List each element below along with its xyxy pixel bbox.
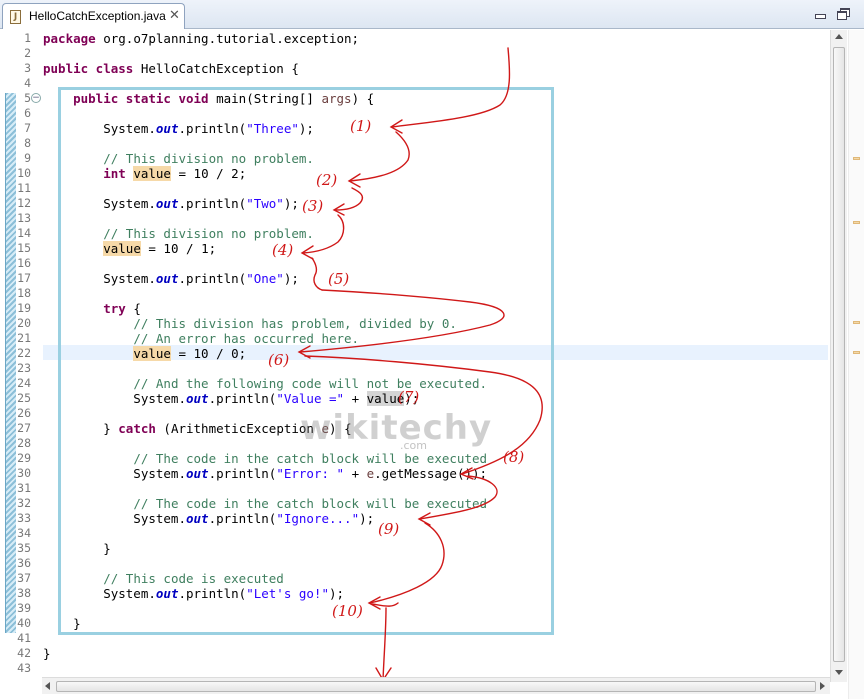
line-number: 18 <box>17 286 31 300</box>
line-number: 20 <box>17 316 31 330</box>
line-number: 7 <box>24 121 31 135</box>
line-number: 24 <box>17 376 31 390</box>
line-number: 10 <box>17 166 31 180</box>
scroll-down-icon[interactable] <box>835 670 843 675</box>
watermark-logo-sub: .com <box>400 439 427 452</box>
line-number: 16 <box>17 256 31 270</box>
annotation-6: (6) <box>268 351 290 369</box>
line-number: 36 <box>17 556 31 570</box>
vertical-scrollbar[interactable] <box>830 30 847 682</box>
line-number: 34 <box>17 526 31 540</box>
line-number: 21 <box>17 331 31 345</box>
line-number: 39 <box>17 601 31 615</box>
line-number: 29 <box>17 451 31 465</box>
line-number: 1 <box>24 31 31 45</box>
line-number: 19 <box>17 301 31 315</box>
occurrence-marker[interactable] <box>853 321 860 324</box>
tab-hellocatchexception[interactable]: J HelloCatchException.java ✕ <box>2 3 185 29</box>
line-number: 2 <box>24 46 31 60</box>
line-number: 5 <box>24 91 31 105</box>
annotation-3: (3) <box>302 197 324 215</box>
line-number: 11 <box>17 181 31 195</box>
line-number: 6 <box>24 106 31 120</box>
java-file-icon: J <box>10 10 21 24</box>
line-number: 33 <box>17 511 31 525</box>
occurrence-marker[interactable] <box>853 221 860 224</box>
minimize-button[interactable] <box>814 8 826 19</box>
scroll-right-icon[interactable] <box>820 682 825 690</box>
tab-label: HelloCatchException.java <box>29 9 166 23</box>
code-line[interactable]: public class HelloCatchException { <box>43 61 299 76</box>
line-number: 17 <box>17 271 31 285</box>
line-number: 41 <box>17 631 31 645</box>
vertical-scroll-thumb[interactable] <box>833 47 845 662</box>
line-number: 35 <box>17 541 31 555</box>
line-number: 4 <box>24 76 31 90</box>
fold-collapse-icon[interactable]: − <box>31 93 41 103</box>
line-number: 27 <box>17 421 31 435</box>
line-number: 40 <box>17 616 31 630</box>
code-line[interactable]: } <box>43 646 51 661</box>
occurrence-marker[interactable] <box>853 157 860 160</box>
horizontal-scroll-thumb[interactable] <box>56 681 816 692</box>
annotation-7: (7) <box>398 388 420 406</box>
close-icon[interactable]: ✕ <box>169 8 180 23</box>
line-number: 9 <box>24 151 31 165</box>
line-number: 38 <box>17 586 31 600</box>
annotation-10: (10) <box>332 602 363 620</box>
annotation-4: (4) <box>272 241 294 259</box>
line-number: 8 <box>24 136 31 150</box>
annotation-9: (9) <box>378 520 400 538</box>
line-number: 12 <box>17 196 31 210</box>
line-number: 30 <box>17 466 31 480</box>
annotation-8: (8) <box>503 448 525 466</box>
line-number: 42 <box>17 646 31 660</box>
horizontal-scrollbar[interactable] <box>42 677 830 694</box>
line-number: 22 <box>17 346 31 360</box>
annotation-1: (1) <box>350 117 372 135</box>
line-number: 25 <box>17 391 31 405</box>
line-number: 15 <box>17 241 31 255</box>
annotation-2: (2) <box>316 171 338 189</box>
scroll-up-icon[interactable] <box>835 34 843 39</box>
maximize-button[interactable] <box>837 8 850 20</box>
line-number: 13 <box>17 211 31 225</box>
scroll-left-icon[interactable] <box>45 682 50 690</box>
line-number: 23 <box>17 361 31 375</box>
line-number: 3 <box>24 61 31 75</box>
line-number: 31 <box>17 481 31 495</box>
occurrence-marker[interactable] <box>853 351 860 354</box>
overview-ruler <box>848 30 864 699</box>
annotation-5: (5) <box>328 270 350 288</box>
line-number: 43 <box>17 661 31 675</box>
line-number: 28 <box>17 436 31 450</box>
line-number: 32 <box>17 496 31 510</box>
code-line[interactable]: package org.o7planning.tutorial.exceptio… <box>43 31 359 46</box>
editor-tab-bar: J HelloCatchException.java ✕ <box>0 0 864 29</box>
line-number: 26 <box>17 406 31 420</box>
line-number: 37 <box>17 571 31 585</box>
watermark-logo: wikitechy <box>300 408 493 448</box>
main-method-highlight-box <box>58 87 554 635</box>
line-number: 14 <box>17 226 31 240</box>
